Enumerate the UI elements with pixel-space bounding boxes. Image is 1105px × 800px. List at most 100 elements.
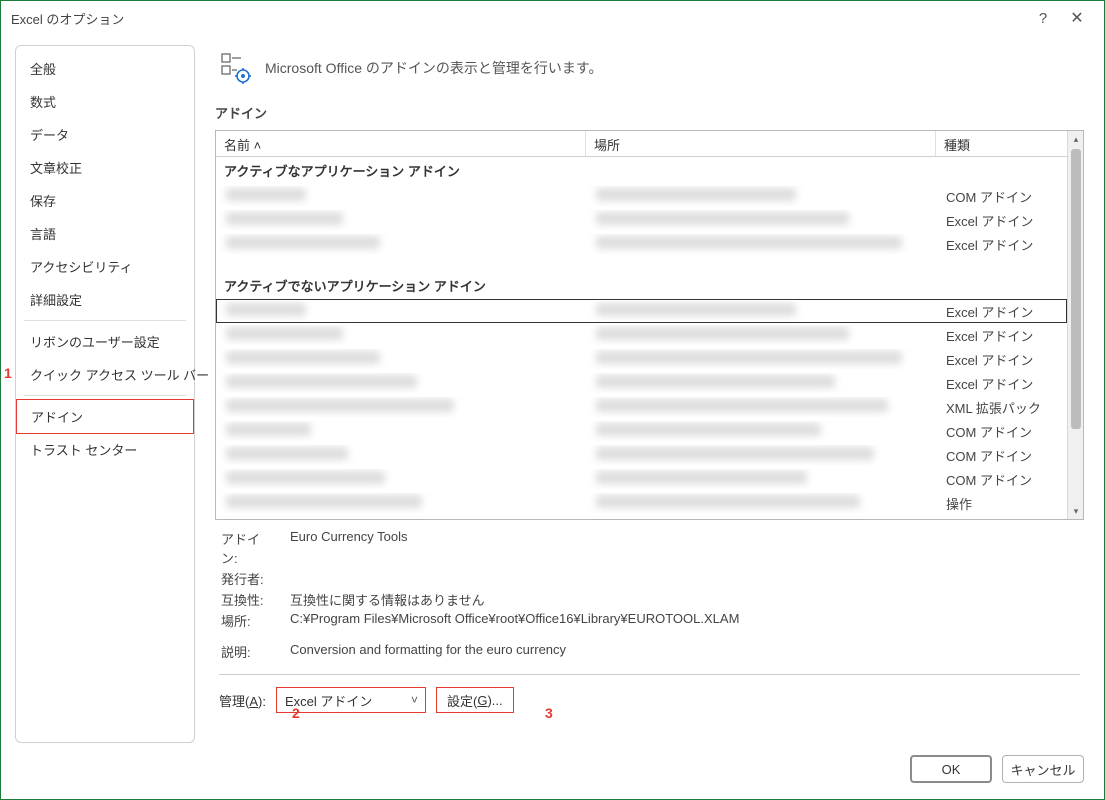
sidebar-item[interactable]: データ — [16, 118, 194, 151]
addin-row[interactable]: COM アドイン — [216, 467, 1067, 491]
addin-type-cell: Excel アドイン — [936, 324, 1067, 347]
detail-compat-value: 互換性に関する情報はありません — [290, 590, 485, 609]
addin-type-cell: COM アドイン — [936, 468, 1067, 491]
addin-row[interactable]: Excel アドイン — [216, 323, 1067, 347]
detail-desc-value: Conversion and formatting for the euro c… — [290, 642, 566, 661]
addin-row[interactable]: COM アドイン — [216, 443, 1067, 467]
sidebar-divider — [24, 395, 186, 396]
detail-location-label: 場所: — [221, 611, 276, 630]
scrollbar-thumb[interactable] — [1071, 149, 1081, 429]
addin-type-cell: Excel アドイン — [936, 372, 1067, 395]
addin-location-cell — [586, 301, 936, 321]
addin-row[interactable]: 操作 — [216, 491, 1067, 515]
section-title: アドイン — [215, 103, 1084, 122]
sidebar-item[interactable]: 言語 — [16, 217, 194, 250]
scrollbar[interactable]: ▴ ▾ — [1067, 131, 1083, 519]
addin-type-cell: Excel アドイン — [936, 233, 1067, 256]
addin-name-cell — [216, 210, 586, 230]
addin-type-cell: COM アドイン — [936, 420, 1067, 443]
addin-row[interactable]: Excel アドイン — [216, 208, 1067, 232]
addin-location-cell — [586, 445, 936, 465]
addin-name-cell — [216, 349, 586, 369]
sidebar-item[interactable]: トラスト センター — [16, 433, 194, 466]
sidebar-divider — [24, 320, 186, 321]
addin-name-cell — [216, 325, 586, 345]
addin-row[interactable]: COM アドイン — [216, 184, 1067, 208]
cancel-button[interactable]: キャンセル — [1002, 755, 1084, 783]
manage-row: 管理(A): Excel アドイン 設定(G)... — [215, 685, 1084, 719]
addins-panel-icon — [219, 51, 253, 85]
sidebar-item[interactable]: 文章校正 — [16, 151, 194, 184]
excel-options-dialog: Excel のオプション ? ✕ 全般数式データ文章校正保存言語アクセシビリティ… — [0, 0, 1105, 800]
sidebar-item[interactable]: 保存 — [16, 184, 194, 217]
addin-type-cell: Excel アドイン — [936, 300, 1067, 323]
addin-detail: アドイン: Euro Currency Tools 発行者: 互換性: 互換性に… — [215, 520, 1084, 666]
addin-location-cell — [586, 469, 936, 489]
addin-row[interactable]: Excel アドイン — [216, 347, 1067, 371]
addin-location-cell — [586, 397, 936, 417]
addin-type-cell: Excel アドイン — [936, 209, 1067, 232]
addin-location-cell — [586, 325, 936, 345]
addin-row[interactable]: COM アドイン — [216, 419, 1067, 443]
addin-location-cell — [586, 373, 936, 393]
addins-list-header[interactable]: 名前 ˄ 場所 種類 — [216, 131, 1067, 157]
sidebar-item[interactable]: アドイン — [16, 399, 194, 434]
detail-addin-value: Euro Currency Tools — [290, 529, 408, 567]
go-button[interactable]: 設定(G)... — [436, 687, 514, 713]
callout-3: 3 — [545, 705, 553, 721]
addin-name-cell — [216, 397, 586, 417]
ok-button[interactable]: OK — [910, 755, 992, 783]
window-title: Excel のオプション — [11, 9, 124, 28]
callout-1: 1 — [4, 365, 12, 381]
detail-location-value: C:¥Program Files¥Microsoft Office¥root¥O… — [290, 611, 739, 630]
addin-location-cell — [586, 493, 936, 513]
sidebar-item[interactable]: クイック アクセス ツール バー — [16, 358, 194, 391]
addins-list[interactable]: 名前 ˄ 場所 種類 アクティブなアプリケーション アドインCOM アドインEx… — [215, 130, 1084, 520]
sidebar-item[interactable]: アクセシビリティ — [16, 250, 194, 283]
main-panel: Microsoft Office のアドインの表示と管理を行います。 アドイン … — [215, 45, 1090, 743]
addin-type-cell: 操作 — [936, 492, 1067, 515]
addin-name-cell — [216, 234, 586, 254]
sidebar-item[interactable]: 全般 — [16, 52, 194, 85]
callout-2: 2 — [292, 705, 300, 721]
column-name-header[interactable]: 名前 ˄ — [216, 131, 586, 156]
addin-group-header: アクティブなアプリケーション アドイン — [216, 157, 1067, 184]
detail-compat-label: 互換性: — [221, 590, 276, 609]
addin-name-cell — [216, 186, 586, 206]
manage-label: 管理(A): — [219, 691, 266, 710]
addin-location-cell — [586, 349, 936, 369]
footer-buttons: OK キャンセル — [1, 743, 1104, 799]
addin-type-cell: XML 拡張パック — [936, 396, 1067, 419]
addin-row[interactable]: Excel アドイン — [216, 371, 1067, 395]
addin-location-cell — [586, 210, 936, 230]
addin-type-cell: Excel アドイン — [936, 348, 1067, 371]
addin-name-cell — [216, 301, 586, 321]
sidebar-item[interactable]: 詳細設定 — [16, 283, 194, 316]
scroll-up-icon[interactable]: ▴ — [1068, 131, 1084, 147]
addin-location-cell — [586, 234, 936, 254]
column-type-header[interactable]: 種類 — [936, 131, 1067, 156]
divider — [219, 674, 1080, 675]
detail-addin-label: アドイン: — [221, 529, 276, 567]
addin-group-header: アクティブでないアプリケーション アドイン — [216, 272, 1067, 299]
addin-type-cell: COM アドイン — [936, 444, 1067, 467]
addin-row[interactable]: Excel アドイン — [216, 299, 1067, 323]
sidebar-item[interactable]: リボンのユーザー設定 — [16, 325, 194, 358]
addin-location-cell — [586, 186, 936, 206]
help-icon[interactable]: ? — [1026, 2, 1060, 34]
addin-name-cell — [216, 373, 586, 393]
addin-row[interactable]: Excel アドイン — [216, 232, 1067, 256]
sidebar-item[interactable]: 数式 — [16, 85, 194, 118]
addin-row[interactable]: XML 拡張パック — [216, 395, 1067, 419]
addin-name-cell — [216, 493, 586, 513]
addin-type-cell: COM アドイン — [936, 185, 1067, 208]
sidebar: 全般数式データ文章校正保存言語アクセシビリティ詳細設定リボンのユーザー設定クイッ… — [15, 45, 195, 743]
addin-name-cell — [216, 445, 586, 465]
panel-header-text: Microsoft Office のアドインの表示と管理を行います。 — [265, 58, 602, 78]
titlebar: Excel のオプション ? ✕ — [1, 1, 1104, 35]
close-icon[interactable]: ✕ — [1060, 2, 1094, 34]
addin-location-cell — [586, 421, 936, 441]
column-location-header[interactable]: 場所 — [586, 131, 936, 156]
addin-name-cell — [216, 469, 586, 489]
scroll-down-icon[interactable]: ▾ — [1068, 503, 1084, 519]
